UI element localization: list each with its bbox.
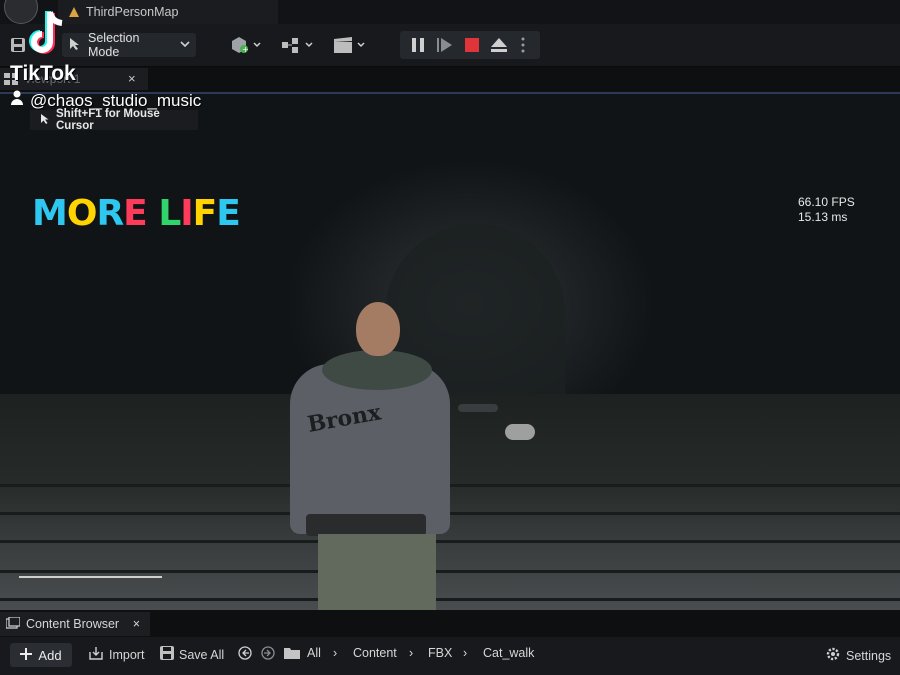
add-actor-button[interactable]: + [228, 33, 264, 57]
player-character-legs [318, 534, 436, 610]
save-icon[interactable] [8, 33, 28, 57]
stop-icon[interactable] [464, 37, 480, 56]
title-letter: L [158, 193, 181, 234]
editor-tab-bar: ThirdPersonMap cat [0, 0, 900, 346]
player-character-head [356, 302, 400, 356]
tiktok-logo-icon [28, 8, 72, 58]
close-icon[interactable]: × [128, 71, 136, 86]
breadcrumb-chevron-icon: › [409, 646, 414, 660]
import-icon [88, 646, 104, 663]
close-icon[interactable]: × [133, 617, 140, 631]
more-options-icon[interactable] [520, 37, 526, 56]
breadcrumb-chevron-icon: › [463, 646, 468, 660]
settings-label: Settings [846, 648, 892, 663]
breadcrumb-content[interactable]: Content [353, 646, 397, 660]
hint-text: Shift+F1 for Mouse Cursor [56, 108, 160, 132]
level-viewport[interactable]: Bronx [0, 94, 900, 610]
user-icon [10, 90, 24, 111]
step-forward-icon[interactable] [436, 37, 454, 56]
fps-value: 66.10 FPS [798, 195, 855, 209]
title-letter: F [192, 193, 218, 234]
cat-character [505, 424, 535, 440]
breadcrumb-all[interactable]: All [307, 646, 321, 660]
save-all-label: Save All [179, 647, 225, 662]
video-progress-bar [19, 576, 162, 578]
eject-icon[interactable] [490, 37, 508, 56]
back-icon[interactable] [238, 646, 252, 663]
plus-icon [20, 647, 33, 663]
content-browser-tab[interactable]: Content Browser × [0, 612, 150, 636]
title-letter [147, 193, 159, 234]
cinematics-button[interactable] [332, 33, 368, 57]
add-label: Add [38, 647, 62, 663]
selection-mode-label: Selection Mode [88, 31, 140, 59]
breadcrumb-cat-walk[interactable]: Cat_walk [483, 646, 534, 660]
more-life-title: MORE LIFE [32, 193, 241, 234]
mouse-cursor-hint: Shift+F1 for Mouse Cursor [30, 108, 198, 132]
import-label: Import [109, 647, 145, 662]
pause-icon[interactable] [410, 37, 426, 56]
play-controls [400, 31, 540, 59]
title-letter: R [96, 193, 124, 234]
title-letter: E [216, 193, 241, 234]
chevron-down-icon [180, 38, 190, 52]
blueprints-button[interactable] [280, 33, 316, 57]
fps-stats: 66.10 FPS 15.13 ms [798, 195, 855, 225]
frame-time-value: 15.13 ms [798, 210, 848, 224]
content-browser-label: Content Browser [26, 617, 120, 631]
title-letter: I [180, 193, 193, 234]
tab-third-person-map[interactable]: ThirdPersonMap [58, 0, 278, 24]
gear-icon [825, 646, 841, 665]
player-character-waistband [306, 514, 426, 536]
title-letter: M [32, 193, 68, 234]
selection-mode-dropdown[interactable]: Selection Mode [62, 31, 196, 59]
title-letter: E [123, 193, 148, 234]
content-browser-icon [5, 615, 21, 632]
folder-icon[interactable] [284, 646, 300, 662]
cat-character-far [458, 404, 498, 412]
save-all-button[interactable]: Save All [160, 646, 224, 663]
svg-text:+: + [242, 45, 249, 54]
player-character-hood [322, 350, 432, 390]
forward-icon[interactable] [261, 646, 275, 663]
breadcrumb-chevron-icon: › [333, 646, 338, 660]
tab-label: ThirdPersonMap [86, 5, 179, 19]
cursor-icon [40, 113, 50, 128]
import-button[interactable]: Import [88, 646, 144, 663]
breadcrumb-fbx[interactable]: FBX [428, 646, 452, 660]
add-button[interactable]: Add [10, 643, 72, 667]
save-all-icon [160, 646, 174, 663]
settings-button[interactable]: Settings [825, 646, 891, 665]
title-letter: O [66, 193, 98, 234]
tiktok-watermark: TikTok [10, 62, 76, 85]
